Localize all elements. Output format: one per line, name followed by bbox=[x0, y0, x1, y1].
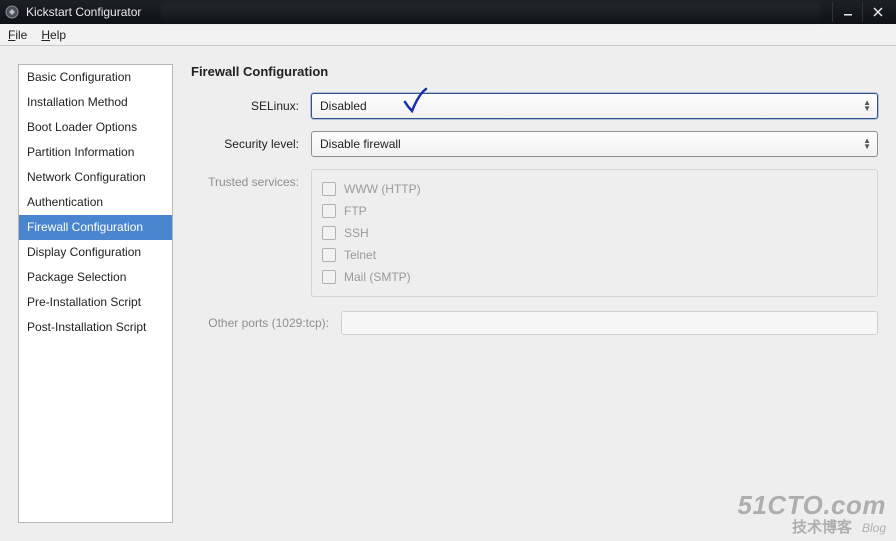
service-telnet: Telnet bbox=[322, 244, 867, 266]
menu-help[interactable]: Help bbox=[41, 28, 66, 42]
main-panel: Firewall Configuration SELinux: Disabled… bbox=[191, 64, 878, 523]
watermark-blog: Blog bbox=[862, 522, 886, 534]
app-icon bbox=[4, 4, 20, 20]
sidebar-item-pre-installation-script[interactable]: Pre-Installation Script bbox=[19, 290, 172, 315]
menu-file[interactable]: File bbox=[8, 28, 27, 42]
checkbox-ssh bbox=[322, 226, 336, 240]
sidebar-item-firewall-configuration[interactable]: Firewall Configuration bbox=[19, 215, 172, 240]
service-ftp-label: FTP bbox=[344, 204, 367, 218]
section-title: Firewall Configuration bbox=[191, 64, 878, 79]
service-mail-label: Mail (SMTP) bbox=[344, 270, 411, 284]
minimize-button[interactable] bbox=[832, 2, 862, 22]
window-titlebar: Kickstart Configurator bbox=[0, 0, 896, 24]
security-level-label: Security level: bbox=[191, 137, 311, 151]
sidebar-item-post-installation-script[interactable]: Post-Installation Script bbox=[19, 315, 172, 340]
dropdown-stepper-icon: ▲▼ bbox=[863, 100, 871, 112]
client-area: Basic Configuration Installation Method … bbox=[0, 46, 896, 541]
checkbox-mail bbox=[322, 270, 336, 284]
sidebar-item-boot-loader-options[interactable]: Boot Loader Options bbox=[19, 115, 172, 140]
close-button[interactable] bbox=[862, 2, 892, 22]
row-other-ports: Other ports (1029:tcp): bbox=[191, 311, 878, 335]
row-security-level: Security level: Disable firewall ▲▼ bbox=[191, 131, 878, 157]
other-ports-label: Other ports (1029:tcp): bbox=[191, 316, 341, 330]
selinux-label: SELinux: bbox=[191, 99, 311, 113]
selinux-dropdown[interactable]: Disabled ▲▼ bbox=[311, 93, 878, 119]
sidebar-item-installation-method[interactable]: Installation Method bbox=[19, 90, 172, 115]
row-selinux: SELinux: Disabled ▲▼ bbox=[191, 93, 878, 119]
sidebar-item-display-configuration[interactable]: Display Configuration bbox=[19, 240, 172, 265]
security-level-dropdown-value: Disable firewall bbox=[320, 137, 401, 151]
hand-tick-annotation-icon bbox=[402, 86, 432, 116]
sidebar-item-basic-configuration[interactable]: Basic Configuration bbox=[19, 65, 172, 90]
sidebar-item-package-selection[interactable]: Package Selection bbox=[19, 265, 172, 290]
sidebar-item-network-configuration[interactable]: Network Configuration bbox=[19, 165, 172, 190]
sidebar-item-partition-information[interactable]: Partition Information bbox=[19, 140, 172, 165]
checkbox-ftp bbox=[322, 204, 336, 218]
trusted-services-list: WWW (HTTP) FTP SSH Telnet bbox=[311, 169, 878, 297]
service-mail: Mail (SMTP) bbox=[322, 266, 867, 288]
service-www: WWW (HTTP) bbox=[322, 178, 867, 200]
service-ftp: FTP bbox=[322, 200, 867, 222]
trusted-services-block: Trusted services: WWW (HTTP) FTP SSH bbox=[191, 169, 878, 297]
security-level-dropdown[interactable]: Disable firewall ▲▼ bbox=[311, 131, 878, 157]
dropdown-stepper-icon: ▲▼ bbox=[863, 138, 871, 150]
other-ports-input bbox=[341, 311, 878, 335]
sidebar: Basic Configuration Installation Method … bbox=[18, 64, 173, 523]
window-controls bbox=[832, 2, 892, 22]
service-www-label: WWW (HTTP) bbox=[344, 182, 421, 196]
trusted-services-label: Trusted services: bbox=[191, 169, 311, 297]
titlebar-blurred-region bbox=[161, 3, 820, 21]
service-ssh: SSH bbox=[322, 222, 867, 244]
sidebar-item-authentication[interactable]: Authentication bbox=[19, 190, 172, 215]
checkbox-telnet bbox=[322, 248, 336, 262]
window-title: Kickstart Configurator bbox=[26, 5, 141, 19]
menubar: File Help bbox=[0, 24, 896, 46]
checkbox-www bbox=[322, 182, 336, 196]
selinux-dropdown-value: Disabled bbox=[320, 99, 367, 113]
service-ssh-label: SSH bbox=[344, 226, 369, 240]
service-telnet-label: Telnet bbox=[344, 248, 376, 262]
